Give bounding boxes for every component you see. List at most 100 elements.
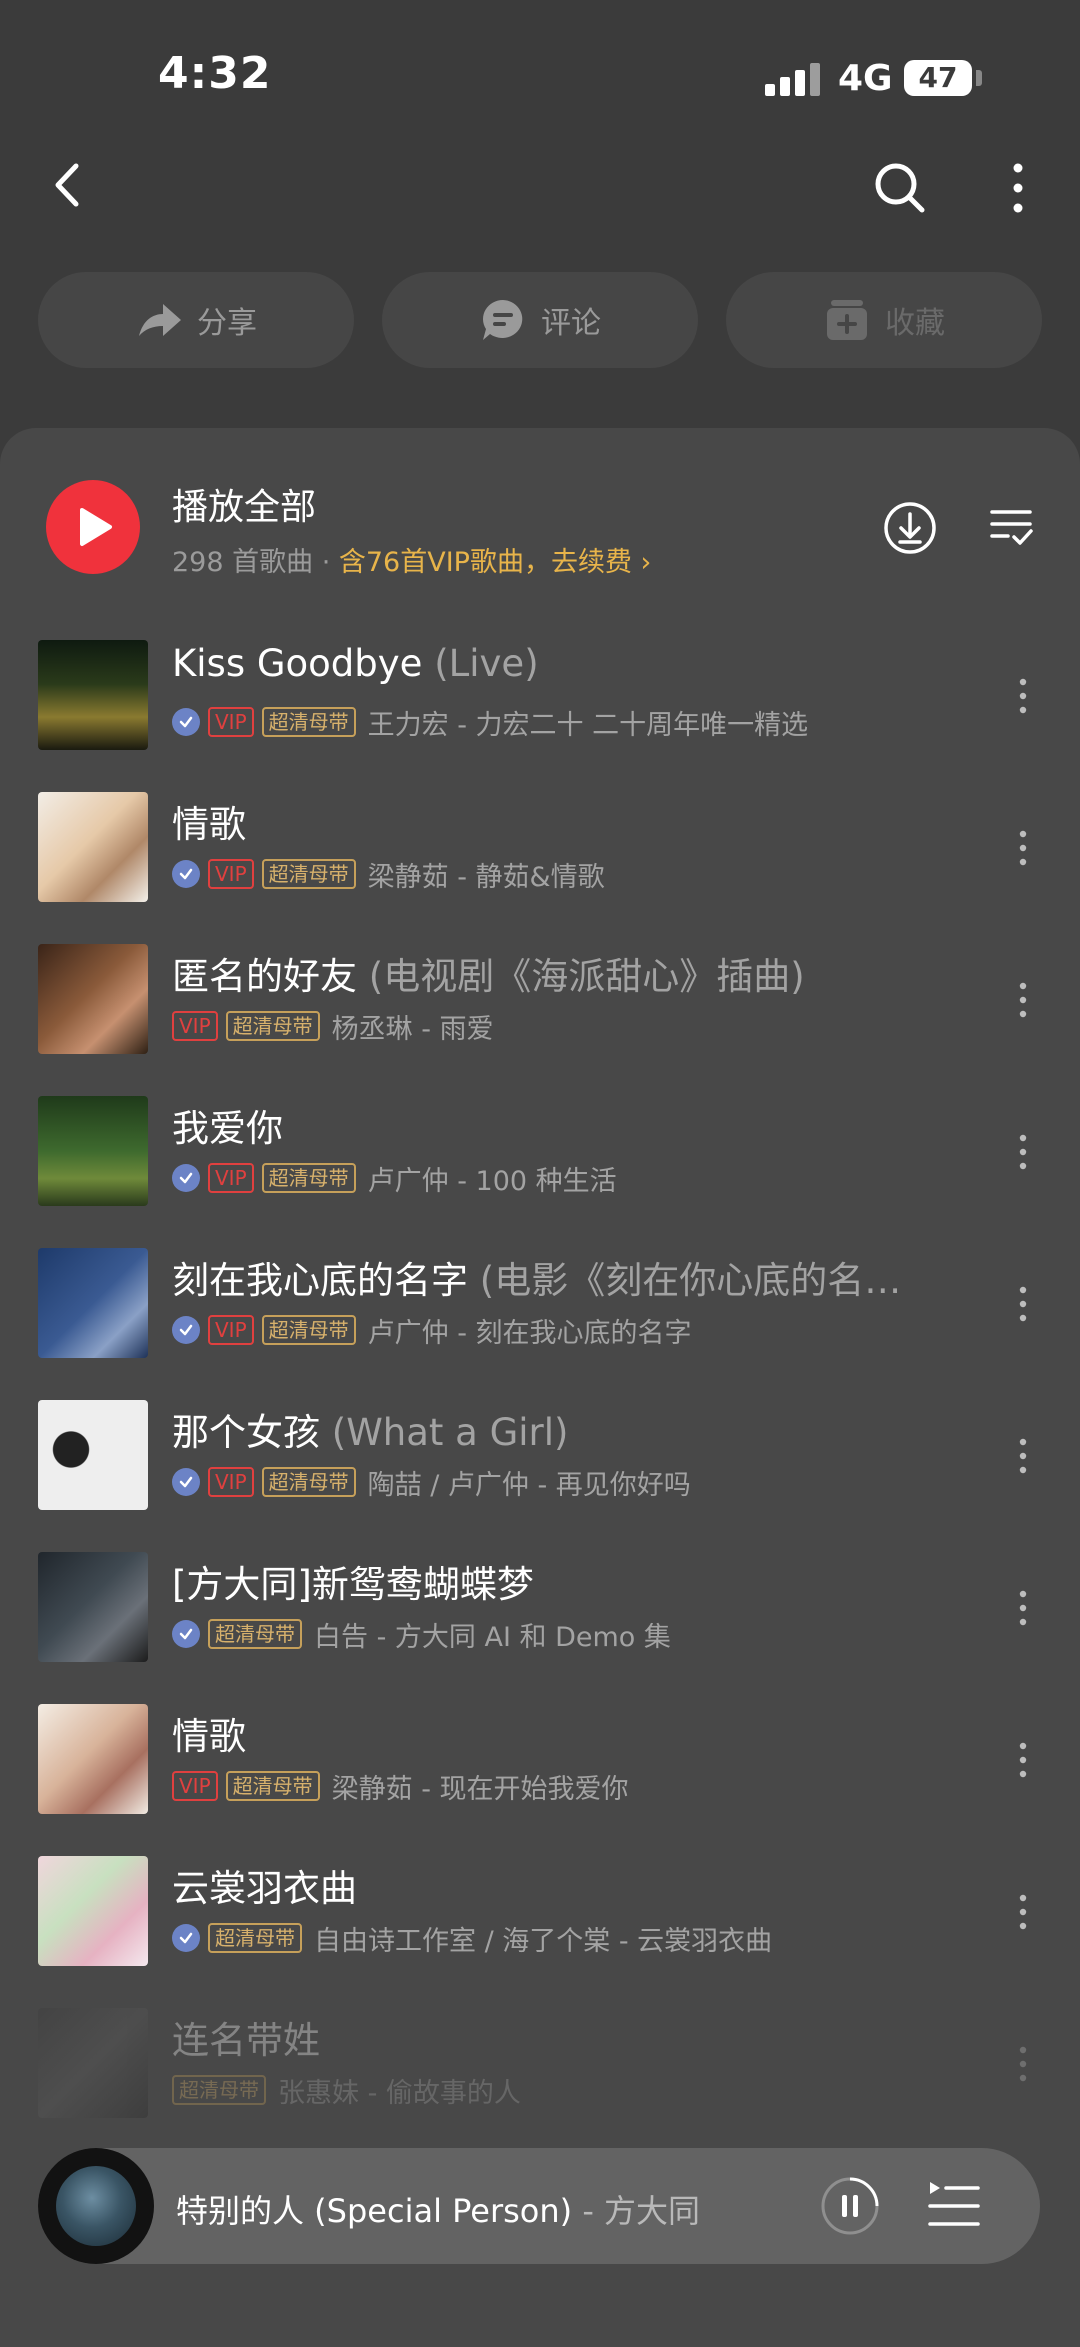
song-artist-album: 卢广仲 - 刻在我心底的名字 (367, 1317, 692, 1349)
song-title: 我爱你 (172, 1098, 283, 1152)
verified-icon (172, 1164, 200, 1192)
master-quality-badge: 超清母带 (208, 1619, 302, 1649)
song-row[interactable]: 刻在我心底的名字 (电影《刻在你心底的名… VIP 超清母带 卢广仲 - 刻在我心底的… (0, 1220, 1080, 1372)
share-button[interactable]: 分享 (38, 272, 354, 368)
song-name: 连名带姓 (172, 2019, 320, 2062)
song-meta: 超清母带 张惠妹 - 偷故事的人 (172, 2072, 521, 2109)
vip-badge: VIP (172, 1011, 218, 1041)
song-more-icon[interactable] (1014, 1132, 1032, 1172)
album-cover (38, 1096, 148, 1206)
song-name: 情歌 (172, 803, 246, 846)
vip-badge: VIP (172, 1771, 218, 1801)
comment-button[interactable]: 评论 (382, 272, 698, 368)
song-name: 刻在我心底的名字 (172, 1259, 468, 1302)
song-meta: VIP 超清母带 卢广仲 - 刻在我心底的名字 (172, 1312, 692, 1349)
song-meta: 超清母带 自由诗工作室 / 海了个棠 - 云裳羽衣曲 (172, 1920, 772, 1957)
search-icon[interactable] (872, 160, 928, 216)
album-cover (38, 1704, 148, 1814)
song-subtitle: (电影《刻在你心底的名… (468, 1259, 902, 1302)
song-more-icon[interactable] (1014, 1588, 1032, 1628)
master-quality-badge: 超清母带 (208, 1923, 302, 1953)
song-count: 298 首歌曲 · (172, 547, 339, 578)
share-label: 分享 (197, 306, 257, 341)
song-row[interactable]: Kiss Goodbye (Live) VIP 超清母带 王力宏 - 力宏二十 二十周… (0, 612, 1080, 764)
vip-badge: VIP (208, 1467, 254, 1497)
song-row[interactable]: 我爱你 VIP 超清母带 卢广仲 - 100 种生活 (0, 1068, 1080, 1220)
play-all-subtitle: 298 首歌曲 · 含76首VIP歌曲，去续费 › (172, 540, 651, 579)
comment-label: 评论 (541, 306, 601, 341)
song-row[interactable]: 连名带姓超清母带 张惠妹 - 偷故事的人 (0, 1980, 1080, 2132)
song-subtitle: (Live) (422, 642, 539, 685)
song-title: 云裳羽衣曲 (172, 1858, 357, 1912)
download-icon[interactable] (882, 500, 938, 556)
battery-tip (976, 70, 982, 86)
album-cover (38, 1552, 148, 1662)
album-cover (38, 1400, 148, 1510)
song-more-icon[interactable] (1014, 1284, 1032, 1324)
song-title: 情歌 (172, 794, 246, 848)
collect-icon (827, 300, 867, 340)
song-more-icon[interactable] (1014, 1436, 1032, 1476)
song-artist-album: 张惠妹 - 偷故事的人 (278, 2077, 521, 2109)
collect-label: 收藏 (885, 306, 945, 341)
back-icon[interactable] (44, 160, 94, 210)
master-quality-badge: 超清母带 (261, 707, 356, 737)
song-row[interactable]: 情歌 VIP 超清母带 梁静茹 - 静茹&情歌 (0, 764, 1080, 916)
verified-icon (172, 860, 200, 888)
vip-badge: VIP (208, 1163, 254, 1193)
play-all-button[interactable] (46, 480, 140, 574)
vip-badge: VIP (208, 707, 254, 737)
master-quality-badge: 超清母带 (172, 2075, 266, 2105)
verified-icon (172, 708, 200, 736)
now-playing-song: 特别的人 (Special Person) (176, 2192, 573, 2230)
song-meta: VIP 超清母带 王力宏 - 力宏二十 二十周年唯一精选 (172, 704, 808, 741)
multi-select-icon[interactable] (988, 504, 1034, 550)
song-row[interactable]: 匿名的好友 (电视剧《海派甜心》插曲) VIP 超清母带 杨丞琳 - 雨爱 (0, 916, 1080, 1068)
song-name: 匿名的好友 (172, 955, 357, 998)
song-more-icon[interactable] (1014, 1892, 1032, 1932)
song-more-icon[interactable] (1014, 1740, 1032, 1780)
song-more-icon[interactable] (1014, 676, 1032, 716)
song-more-icon[interactable] (1014, 828, 1032, 868)
song-row[interactable]: 那个女孩 (What a Girl) VIP 超清母带 陶喆 / 卢广仲 - 再见你好… (0, 1372, 1080, 1524)
play-all-title[interactable]: 播放全部 (172, 478, 316, 530)
now-playing-title[interactable]: 特别的人 (Special Person) - 方大同 (176, 2186, 700, 2232)
song-title: 连名带姓 (172, 2010, 320, 2064)
song-row[interactable]: [方大同]新鸳鸯蝴蝶梦超清母带 白告 - 方大同 AI 和 Demo 集 (0, 1524, 1080, 1676)
song-meta: VIP 超清母带 梁静茹 - 静茹&情歌 (172, 856, 605, 893)
album-cover (38, 792, 148, 902)
master-quality-badge: 超清母带 (225, 1771, 320, 1801)
song-title: Kiss Goodbye (Live) (172, 642, 539, 685)
mini-player[interactable]: 特别的人 (Special Person) - 方大同 (38, 2148, 1040, 2264)
song-more-icon[interactable] (1014, 2044, 1032, 2084)
now-playing-cover[interactable] (38, 2148, 154, 2264)
vip-badge: VIP (208, 1315, 254, 1345)
vip-badge: VIP (208, 859, 254, 889)
playlist-icon[interactable] (926, 2178, 982, 2234)
album-cover (38, 2008, 148, 2118)
vip-renew-link[interactable]: 含76首VIP歌曲，去续费 › (339, 547, 651, 578)
song-meta: VIP 超清母带 梁静茹 - 现在开始我爱你 (172, 1768, 629, 1805)
pause-icon[interactable] (820, 2176, 880, 2236)
song-meta: VIP 超清母带 卢广仲 - 100 种生活 (172, 1160, 617, 1197)
song-name: Kiss Goodbye (172, 642, 423, 685)
signal-icon (765, 62, 821, 96)
status-time: 4:32 (158, 48, 272, 99)
master-quality-badge: 超清母带 (225, 1011, 320, 1041)
song-more-icon[interactable] (1014, 980, 1032, 1020)
song-artist-album: 白告 - 方大同 AI 和 Demo 集 (314, 1621, 671, 1653)
song-row[interactable]: 情歌 VIP 超清母带 梁静茹 - 现在开始我爱你 (0, 1676, 1080, 1828)
master-quality-badge: 超清母带 (261, 1467, 356, 1497)
song-row[interactable]: 云裳羽衣曲超清母带 自由诗工作室 / 海了个棠 - 云裳羽衣曲 (0, 1828, 1080, 1980)
verified-icon (172, 1620, 200, 1648)
verified-icon (172, 1316, 200, 1344)
song-name: 情歌 (172, 1715, 246, 1758)
more-vertical-icon[interactable] (1000, 160, 1036, 216)
verified-icon (172, 1924, 200, 1952)
song-title: [方大同]新鸳鸯蝴蝶梦 (172, 1554, 534, 1608)
album-cover (38, 944, 148, 1054)
collect-button[interactable]: 收藏 (726, 272, 1042, 368)
song-title: 情歌 (172, 1706, 246, 1760)
album-cover (38, 1856, 148, 1966)
song-meta: VIP 超清母带 杨丞琳 - 雨爱 (172, 1008, 494, 1045)
